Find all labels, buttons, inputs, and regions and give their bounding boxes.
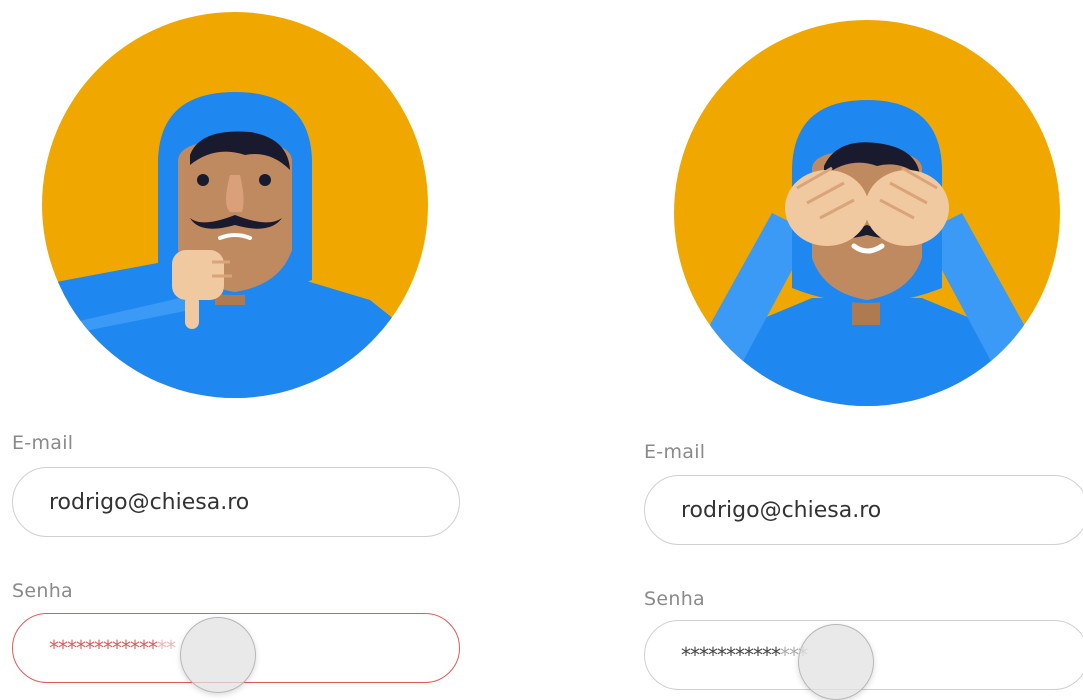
email-field[interactable]: rodrigo@chiesa.ro [12,467,460,537]
email-value: rodrigo@chiesa.ro [681,497,882,523]
touch-indicator [798,624,874,700]
password-label: Senha [644,588,705,610]
avatar-covering-eyes [674,20,1060,406]
login-form-right: E-mail rodrigo@chiesa.ro Senha *********… [600,0,1083,700]
password-masked: *********** [681,643,781,667]
email-value: rodrigo@chiesa.ro [49,489,250,515]
email-label: E-mail [644,441,706,463]
password-masked-faded: ** [157,636,176,660]
login-form-left: E-mail rodrigo@chiesa.ro Senha *********… [0,0,540,695]
password-masked: ************ [49,636,158,660]
email-label: E-mail [12,432,74,454]
email-field[interactable]: rodrigo@chiesa.ro [644,475,1083,545]
password-label: Senha [12,580,73,602]
touch-indicator [180,617,256,693]
avatar-thumbs-down [42,12,428,398]
